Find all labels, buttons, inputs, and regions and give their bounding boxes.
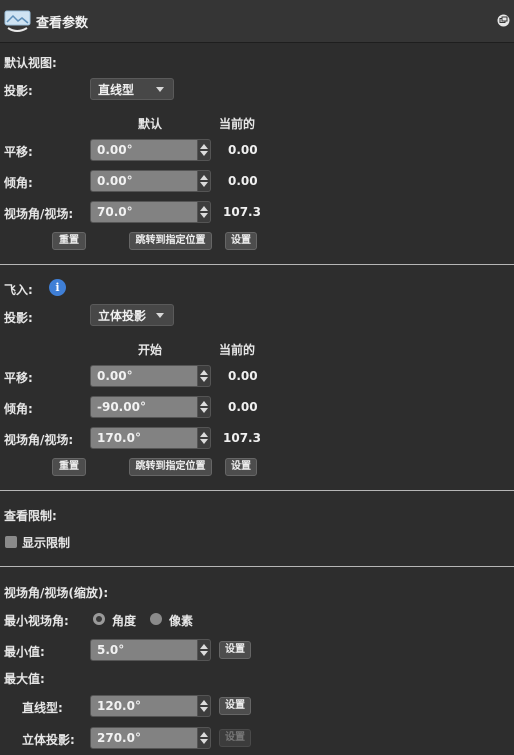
stepper-down-icon <box>200 182 208 187</box>
default-pan-current: 0.00 <box>228 143 258 157</box>
radio-degrees-label: 角度 <box>112 614 137 628</box>
default-projection-label: 投影: <box>4 84 33 98</box>
default-tilt-field[interactable]: 0.00° <box>90 170 198 192</box>
min-value-stepper[interactable] <box>198 639 211 661</box>
fly-in-reset-button[interactable]: 重置 <box>52 458 86 476</box>
default-view-title: 默认视图: <box>4 56 57 70</box>
stepper-up-icon <box>200 175 208 180</box>
default-reset-button[interactable]: 重置 <box>52 232 86 250</box>
rectilinear-max-field[interactable]: 120.0° <box>90 695 198 717</box>
default-pan-label: 平移: <box>4 145 33 159</box>
stereographic-max-field[interactable]: 270.0° <box>90 727 198 749</box>
stepper-up-icon <box>200 206 208 211</box>
fly-in-projection-label: 投影: <box>4 311 33 325</box>
info-icon[interactable]: i <box>49 279 66 296</box>
rectilinear-max-stepper[interactable] <box>198 695 211 717</box>
default-set-button[interactable]: 设置 <box>225 232 257 250</box>
stereographic-max-stepper[interactable] <box>198 727 211 749</box>
default-pan-field[interactable]: 0.00° <box>90 139 198 161</box>
default-jump-button[interactable]: 跳转到指定位置 <box>129 232 212 250</box>
fly-in-jump-button[interactable]: 跳转到指定位置 <box>129 458 212 476</box>
fly-in-fov-current: 107.3 <box>223 431 261 445</box>
chevron-down-icon <box>156 87 164 92</box>
stepper-up-icon <box>200 732 208 737</box>
fly-in-set-button[interactable]: 设置 <box>225 458 257 476</box>
panel-title: 查看参数 <box>36 16 89 31</box>
stepper-down-icon <box>200 408 208 413</box>
fly-in-tilt-stepper[interactable] <box>198 396 211 418</box>
default-pan-stepper[interactable] <box>198 139 211 161</box>
rectilinear-set-button[interactable]: 设置 <box>219 697 251 715</box>
radio-degrees[interactable] <box>93 613 105 625</box>
stepper-down-icon <box>200 151 208 156</box>
stereographic-set-button[interactable]: 设置 <box>219 729 251 747</box>
col-start-header: 开始 <box>138 343 163 357</box>
fly-in-projection-dropdown[interactable]: 立体投影 <box>90 304 174 326</box>
min-value-set-button[interactable]: 设置 <box>219 641 251 659</box>
stepper-down-icon <box>200 651 208 656</box>
default-projection-dropdown[interactable]: 直线型 <box>90 78 174 100</box>
panel-title-bar: 查看参数 <box>0 0 514 43</box>
max-value-label: 最大值: <box>4 672 45 686</box>
stepper-up-icon <box>200 432 208 437</box>
fly-in-tilt-field[interactable]: -90.00° <box>90 396 198 418</box>
fly-in-pan-label: 平移: <box>4 371 33 385</box>
fly-in-title: 飞入: <box>4 283 33 297</box>
fly-in-fov-field[interactable]: 170.0° <box>90 427 198 449</box>
min-value-label: 最小值: <box>4 645 45 659</box>
default-fov-current: 107.3 <box>223 205 261 219</box>
col-current-header: 当前的 <box>219 117 256 131</box>
section-divider <box>0 566 514 567</box>
view-limits-title: 查看限制: <box>4 509 57 523</box>
default-projection-value: 直线型 <box>98 83 135 97</box>
default-fov-stepper[interactable] <box>198 201 211 223</box>
stepper-down-icon <box>200 377 208 382</box>
chevron-down-icon <box>156 313 164 318</box>
show-limits-checkbox[interactable] <box>5 536 17 548</box>
default-tilt-current: 0.00 <box>228 174 258 188</box>
fly-in-fov-stepper[interactable] <box>198 427 211 449</box>
section-divider <box>0 264 514 265</box>
min-value-field[interactable]: 5.0° <box>90 639 198 661</box>
stepper-down-icon <box>200 439 208 444</box>
fly-in-tilt-current: 0.00 <box>228 400 258 414</box>
fly-in-fov-label: 视场角/视场: <box>4 433 74 447</box>
fly-in-pan-field[interactable]: 0.00° <box>90 365 198 387</box>
stepper-down-icon <box>200 739 208 744</box>
fov-zoom-title: 视场角/视场(缩放): <box>4 586 109 600</box>
fly-in-pan-stepper[interactable] <box>198 365 211 387</box>
col-current-header: 当前的 <box>219 343 256 357</box>
stepper-up-icon <box>200 700 208 705</box>
stepper-up-icon <box>200 144 208 149</box>
col-default-header: 默认 <box>138 117 163 131</box>
show-limits-label: 显示限制 <box>22 536 71 550</box>
stereographic-label: 立体投影: <box>22 733 75 747</box>
section-divider <box>0 490 514 491</box>
stepper-down-icon <box>200 707 208 712</box>
fly-in-pan-current: 0.00 <box>228 369 258 383</box>
stepper-up-icon <box>200 644 208 649</box>
detach-panel-icon[interactable] <box>497 14 510 27</box>
panorama-icon <box>4 10 31 32</box>
stepper-up-icon <box>200 370 208 375</box>
default-fov-field[interactable]: 70.0° <box>90 201 198 223</box>
rectilinear-label: 直线型: <box>22 701 63 715</box>
default-tilt-label: 倾角: <box>4 176 33 190</box>
radio-pixels[interactable] <box>150 613 162 625</box>
fly-in-tilt-label: 倾角: <box>4 402 33 416</box>
stepper-up-icon <box>200 401 208 406</box>
min-fov-label: 最小视场角: <box>4 614 69 628</box>
fly-in-projection-value: 立体投影 <box>98 309 147 323</box>
default-fov-label: 视场角/视场: <box>4 207 74 221</box>
radio-pixels-label: 像素 <box>169 614 194 628</box>
stepper-down-icon <box>200 213 208 218</box>
default-tilt-stepper[interactable] <box>198 170 211 192</box>
